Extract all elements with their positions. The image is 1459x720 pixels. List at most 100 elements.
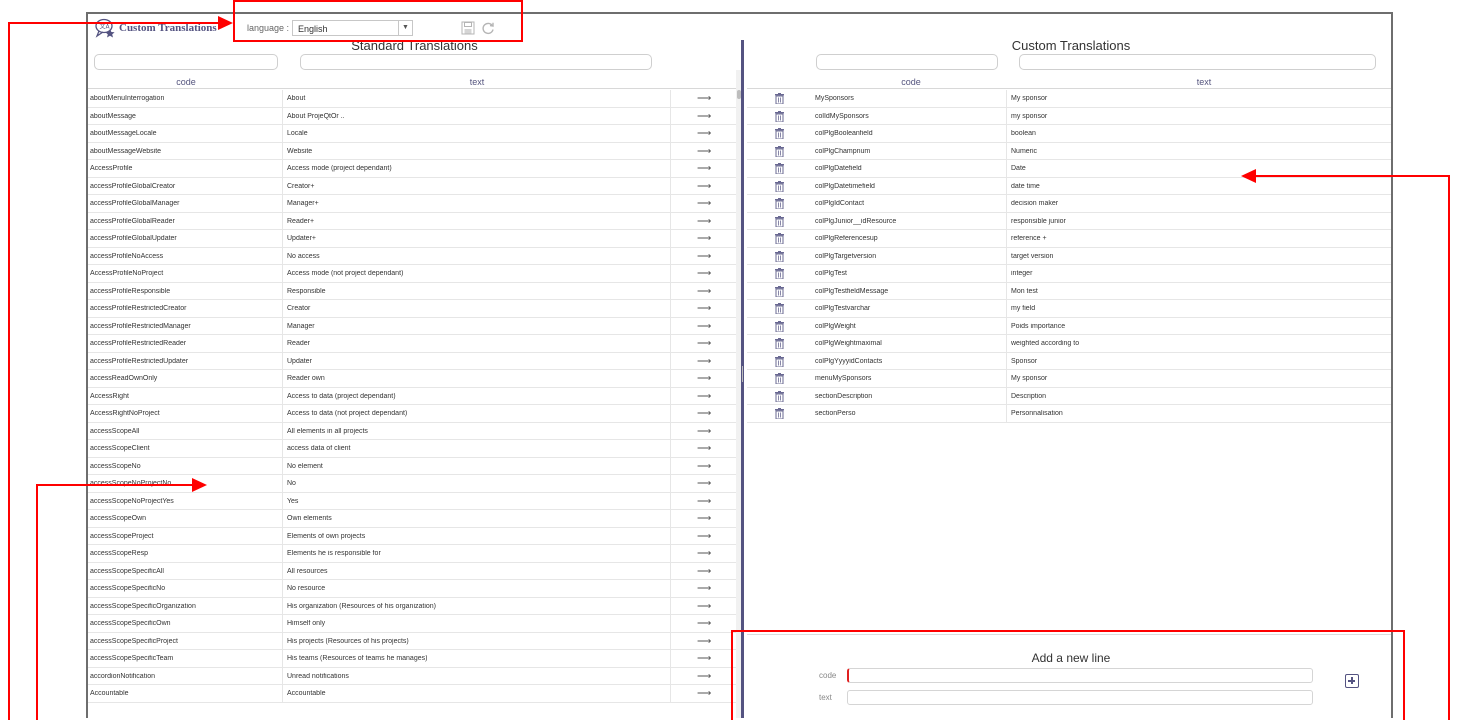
standard-translation-row[interactable]: accessProfileNoAccess No access ⟶ xyxy=(88,247,741,265)
copy-to-custom-arrow-icon[interactable]: ⟶ xyxy=(697,636,711,647)
custom-translation-row[interactable]: colPlgWeightmaximal weighted according to xyxy=(747,335,1391,353)
standard-translation-row[interactable]: accessScopeClient access data of client ⟶ xyxy=(88,440,741,458)
copy-to-custom-arrow-icon[interactable]: ⟶ xyxy=(697,478,711,489)
standard-translation-row[interactable]: accessScopeNo No element ⟶ xyxy=(88,457,741,475)
delete-trash-icon[interactable] xyxy=(775,373,784,384)
custom-translation-row[interactable]: sectionPerso Personnalisation xyxy=(747,405,1391,423)
add-code-input[interactable] xyxy=(847,668,1313,683)
add-line-button[interactable] xyxy=(1345,674,1359,688)
copy-to-custom-arrow-icon[interactable]: ⟶ xyxy=(697,93,711,104)
custom-translation-row[interactable]: colPlgDatefield Date xyxy=(747,160,1391,178)
standard-translation-row[interactable]: accessProfileGlobalManager Manager+ ⟶ xyxy=(88,195,741,213)
custom-text-filter-input[interactable] xyxy=(1019,54,1376,70)
standard-translation-row[interactable]: accessScopeSpecificTeam His teams (Resour… xyxy=(88,650,741,668)
copy-to-custom-arrow-icon[interactable]: ⟶ xyxy=(697,566,711,577)
custom-translation-row[interactable]: sectionDescription Description xyxy=(747,387,1391,405)
standard-translation-row[interactable]: accessScopeSpecificOwn Himself only ⟶ xyxy=(88,615,741,633)
standard-translation-row[interactable]: accessScopeSpecificOrganization His organ… xyxy=(88,597,741,615)
delete-trash-icon[interactable] xyxy=(775,268,784,279)
custom-translation-row[interactable]: colPlgYyyyidContacts Sponsor xyxy=(747,352,1391,370)
custom-translation-row[interactable]: colPlgWeight Poids importance xyxy=(747,317,1391,335)
standard-translation-row[interactable]: accessScopeAll All elements in all projec… xyxy=(88,422,741,440)
standard-translation-row[interactable]: accessScopeNoProjectYes Yes ⟶ xyxy=(88,492,741,510)
custom-code-filter-input[interactable] xyxy=(816,54,998,70)
copy-to-custom-arrow-icon[interactable]: ⟶ xyxy=(697,321,711,332)
copy-to-custom-arrow-icon[interactable]: ⟶ xyxy=(697,216,711,227)
copy-to-custom-arrow-icon[interactable]: ⟶ xyxy=(697,338,711,349)
copy-to-custom-arrow-icon[interactable]: ⟶ xyxy=(697,548,711,559)
copy-to-custom-arrow-icon[interactable]: ⟶ xyxy=(697,671,711,682)
standard-translation-row[interactable]: accessProfileGlobalReader Reader+ ⟶ xyxy=(88,212,741,230)
delete-trash-icon[interactable] xyxy=(775,285,784,297)
standard-translation-row[interactable]: accordionNotification Unread notification… xyxy=(88,667,741,685)
custom-translation-row[interactable]: colPlgTestfieldMessage Mon test xyxy=(747,282,1391,300)
copy-to-custom-arrow-icon[interactable]: ⟶ xyxy=(697,198,711,209)
custom-translation-row[interactable]: colPlgDatetimefield date time xyxy=(747,177,1391,195)
custom-translation-row[interactable]: colPlgTest integer xyxy=(747,265,1391,283)
copy-to-custom-arrow-icon[interactable]: ⟶ xyxy=(697,356,711,367)
standard-translation-row[interactable]: AccessProfile Access mode (project depend… xyxy=(88,160,741,178)
delete-trash-icon[interactable] xyxy=(775,163,784,174)
standard-translation-row[interactable]: accessReadOwnOnly Reader own ⟶ xyxy=(88,370,741,388)
delete-trash-icon[interactable] xyxy=(775,390,784,402)
standard-translation-row[interactable]: accessScopeSpecificAll All resources ⟶ xyxy=(88,562,741,580)
standard-translation-row[interactable]: accessProfileGlobalUpdater Updater+ ⟶ xyxy=(88,230,741,248)
standard-translation-row[interactable]: accessScopeOwn Own elements ⟶ xyxy=(88,510,741,528)
delete-trash-icon[interactable] xyxy=(775,320,784,332)
delete-trash-icon[interactable] xyxy=(775,303,784,314)
custom-translation-row[interactable]: colPlgIdContact decision maker xyxy=(747,195,1391,213)
standard-translation-row[interactable]: accessScopeResp Elements he is responsibl… xyxy=(88,545,741,563)
standard-text-filter-input[interactable] xyxy=(300,54,652,70)
standard-translation-row[interactable]: accessProfileGlobalCreator Creator+ ⟶ xyxy=(88,177,741,195)
copy-to-custom-arrow-icon[interactable]: ⟶ xyxy=(697,513,711,524)
standard-translation-row[interactable]: accessProfileRestrictedManager Manager ⟶ xyxy=(88,317,741,335)
standard-translation-row[interactable]: accessProfileRestrictedUpdater Updater ⟶ xyxy=(88,352,741,370)
standard-translation-row[interactable]: AccessRightNoProject Access to data (not … xyxy=(88,405,741,423)
custom-translation-row[interactable]: colIdMySponsors my sponsor xyxy=(747,107,1391,125)
copy-to-custom-arrow-icon[interactable]: ⟶ xyxy=(697,391,711,402)
copy-to-custom-arrow-icon[interactable]: ⟶ xyxy=(697,496,711,507)
custom-translation-row[interactable]: colPlgTargetversion target version xyxy=(747,247,1391,265)
copy-to-custom-arrow-icon[interactable]: ⟶ xyxy=(697,163,711,174)
standard-translation-row[interactable]: accessProfileRestrictedCreator Creator ⟶ xyxy=(88,300,741,318)
standard-translation-row[interactable]: aboutMenuInterrogation About ⟶ xyxy=(88,90,741,108)
custom-translation-row[interactable]: colPlgChampnum Numeric xyxy=(747,142,1391,160)
standard-translation-row[interactable]: accessScopeSpecificNo No resource ⟶ xyxy=(88,580,741,598)
custom-translation-row[interactable]: menuMySponsors My sponsor xyxy=(747,370,1391,388)
standard-translation-row[interactable]: Accountable Accountable ⟶ xyxy=(88,685,741,703)
copy-to-custom-arrow-icon[interactable]: ⟶ xyxy=(697,688,711,699)
delete-trash-icon[interactable] xyxy=(775,145,784,157)
standard-translation-row[interactable]: aboutMessageLocale Locale ⟶ xyxy=(88,125,741,143)
copy-to-custom-arrow-icon[interactable]: ⟶ xyxy=(697,251,711,262)
copy-to-custom-arrow-icon[interactable]: ⟶ xyxy=(697,146,711,157)
standard-translation-row[interactable]: accessProfileRestrictedReader Reader ⟶ xyxy=(88,335,741,353)
standard-code-filter-input[interactable] xyxy=(94,54,278,70)
copy-to-custom-arrow-icon[interactable]: ⟶ xyxy=(697,233,711,244)
delete-trash-icon[interactable] xyxy=(775,338,784,349)
copy-to-custom-arrow-icon[interactable]: ⟶ xyxy=(697,128,711,139)
custom-translation-row[interactable]: colPlgJunior__idResource responsible juni… xyxy=(747,212,1391,230)
standard-translation-row[interactable]: accessProfileResponsible Responsible ⟶ xyxy=(88,282,741,300)
delete-trash-icon[interactable] xyxy=(775,198,784,209)
copy-to-custom-arrow-icon[interactable]: ⟶ xyxy=(697,111,711,122)
delete-trash-icon[interactable] xyxy=(775,110,784,122)
standard-translation-row[interactable]: accessScopeNoProjectNo No ⟶ xyxy=(88,475,741,493)
delete-trash-icon[interactable] xyxy=(775,180,784,192)
copy-to-custom-arrow-icon[interactable]: ⟶ xyxy=(697,601,711,612)
standard-translation-row[interactable]: accessScopeSpecificProject His projects (… xyxy=(88,632,741,650)
add-text-input[interactable] xyxy=(847,690,1313,705)
delete-trash-icon[interactable] xyxy=(775,408,784,419)
standard-translation-row[interactable]: aboutMessage About ProjeQtOr .. ⟶ xyxy=(88,107,741,125)
copy-to-custom-arrow-icon[interactable]: ⟶ xyxy=(697,373,711,384)
pane-splitter-grip[interactable] xyxy=(742,366,743,382)
delete-trash-icon[interactable] xyxy=(775,233,784,244)
custom-translation-row[interactable]: colPlgReferencesup reference + xyxy=(747,230,1391,248)
copy-to-custom-arrow-icon[interactable]: ⟶ xyxy=(697,426,711,437)
custom-translation-row[interactable]: colPlgTestvarchar my field xyxy=(747,300,1391,318)
copy-to-custom-arrow-icon[interactable]: ⟶ xyxy=(697,653,711,664)
standard-translation-row[interactable]: AccessProfileNoProject Access mode (not p… xyxy=(88,265,741,283)
copy-to-custom-arrow-icon[interactable]: ⟶ xyxy=(697,461,711,472)
standard-translation-row[interactable]: AccessRight Access to data (project depen… xyxy=(88,387,741,405)
custom-translation-row[interactable]: MySponsors My sponsor xyxy=(747,90,1391,108)
copy-to-custom-arrow-icon[interactable]: ⟶ xyxy=(697,286,711,297)
